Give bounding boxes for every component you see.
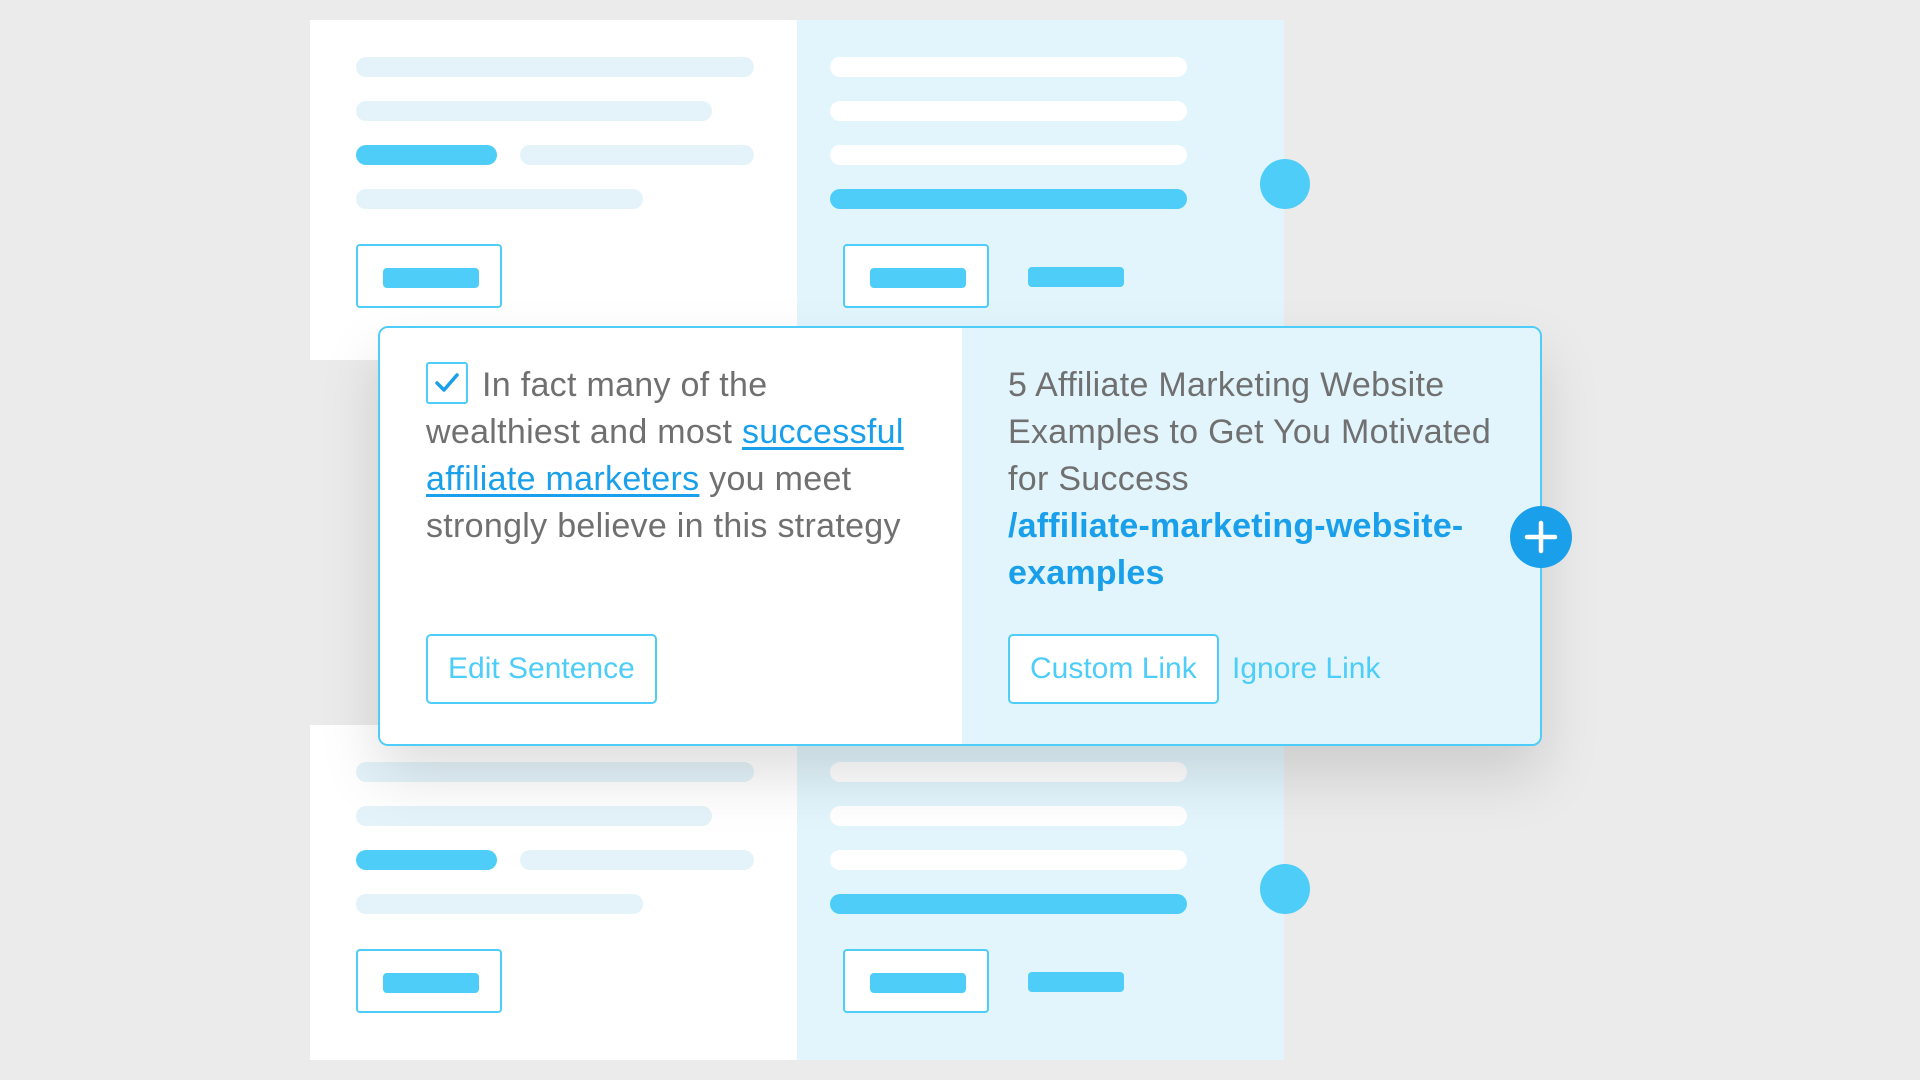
- placeholder-link: [1028, 267, 1124, 287]
- placeholder-line: [356, 806, 712, 826]
- placeholder-card-right: [797, 725, 1284, 1060]
- placeholder-button: [356, 949, 502, 1013]
- placeholder-button: [843, 949, 989, 1013]
- placeholder-highlight: [356, 145, 497, 165]
- status-dot: [1260, 159, 1310, 209]
- placeholder-card-bottom: [310, 725, 1284, 1060]
- placeholder-highlight: [830, 894, 1187, 914]
- target-post: 5 Affiliate Marketing Website Examples t…: [1008, 362, 1508, 597]
- target-title: 5 Affiliate Marketing Website Examples t…: [1008, 366, 1492, 498]
- target-section: 5 Affiliate Marketing Website Examples t…: [962, 328, 1540, 744]
- placeholder-line: [356, 894, 643, 914]
- add-link-button[interactable]: [1510, 506, 1572, 568]
- placeholder-line: [356, 189, 643, 209]
- sentence-before: In fact many of the wealthiest and most: [426, 366, 768, 451]
- check-icon: [435, 373, 459, 392]
- placeholder-line: [356, 101, 712, 121]
- placeholder-line: [356, 762, 754, 782]
- placeholder-card-right: [797, 20, 1284, 360]
- placeholder-line: [830, 806, 1187, 826]
- sentence-text: In fact many of the wealthiest and most …: [426, 362, 926, 550]
- custom-link-button[interactable]: Custom Link: [1008, 634, 1219, 704]
- placeholder-highlight: [356, 850, 497, 870]
- placeholder-button: [356, 244, 502, 308]
- placeholder-link: [1028, 972, 1124, 992]
- status-dot: [1260, 864, 1310, 914]
- suggestion-checkbox[interactable]: [426, 362, 468, 404]
- target-url[interactable]: /affiliate-marketing-website-examples: [1008, 503, 1508, 597]
- placeholder-line: [830, 101, 1187, 121]
- plus-icon: [1524, 520, 1558, 554]
- placeholder-highlight: [830, 189, 1187, 209]
- edit-sentence-button[interactable]: Edit Sentence: [426, 634, 657, 704]
- placeholder-line: [830, 57, 1187, 77]
- sentence-section: In fact many of the wealthiest and most …: [380, 328, 962, 744]
- placeholder-button: [843, 244, 989, 308]
- ignore-link-button[interactable]: Ignore Link: [1232, 634, 1380, 704]
- placeholder-line: [830, 145, 1187, 165]
- placeholder-line: [356, 57, 754, 77]
- placeholder-card-top: [310, 20, 1284, 360]
- placeholder-line: [830, 762, 1187, 782]
- link-suggestion-panel: In fact many of the wealthiest and most …: [378, 326, 1542, 746]
- placeholder-line: [520, 850, 754, 870]
- placeholder-line: [520, 145, 754, 165]
- placeholder-line: [830, 850, 1187, 870]
